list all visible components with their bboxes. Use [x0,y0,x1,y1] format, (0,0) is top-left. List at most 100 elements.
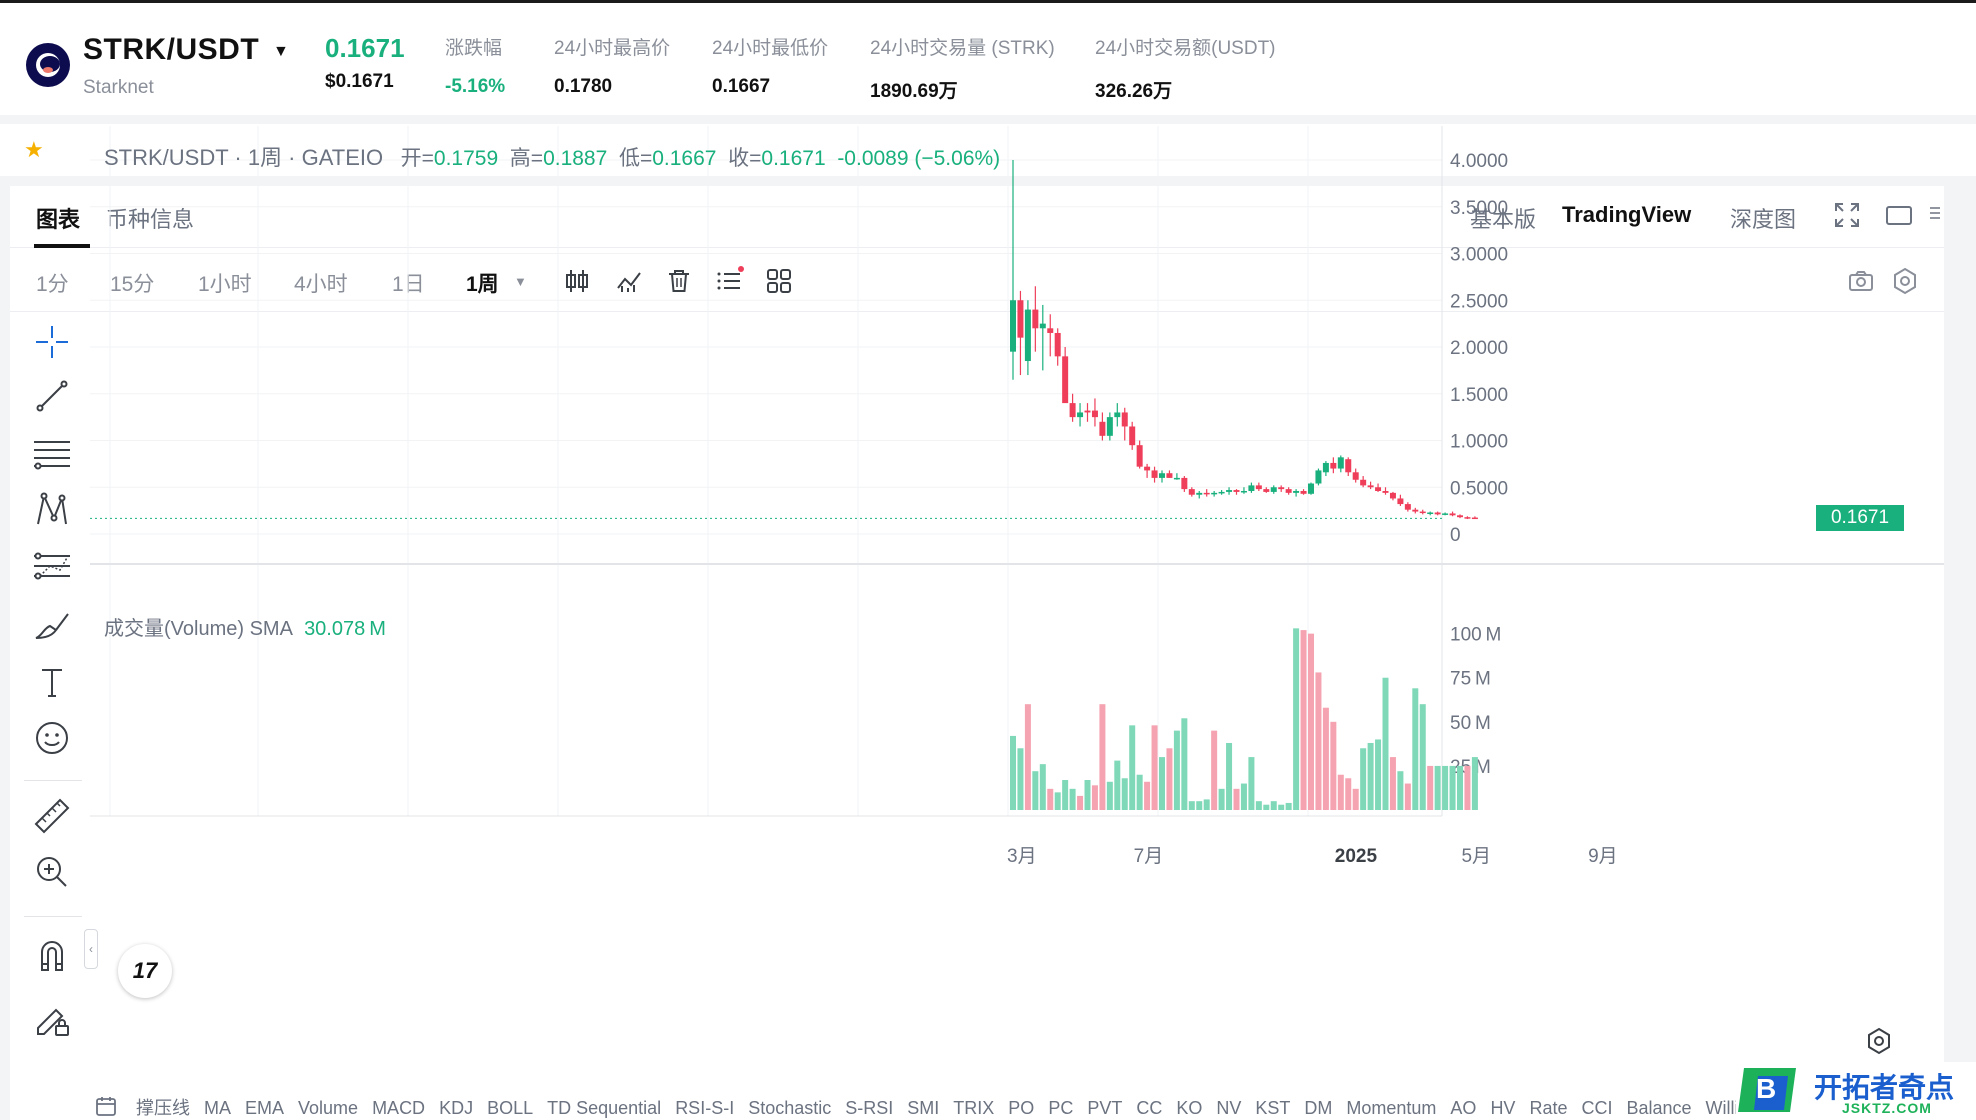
axis-settings-icon[interactable] [1864,1026,1894,1056]
indicator-item[interactable]: AO [1450,1098,1476,1119]
trend-line-icon[interactable] [30,374,74,418]
candle-body [1091,410,1098,418]
indicator-item[interactable]: MA [204,1098,231,1119]
interval-1m[interactable]: 1分 [36,268,69,298]
magnet-icon[interactable] [30,934,74,978]
candle-body [1054,332,1061,357]
volume-bar [1203,799,1210,810]
pair-dropdown-icon[interactable]: ▼ [273,43,289,61]
volume-bar [1270,801,1277,810]
zoom-in-icon[interactable] [30,850,74,894]
stat-value: 1890.69万 [870,81,958,102]
legend-high: 0.1887 [543,147,608,170]
pair-symbol[interactable]: STRK/USDT [83,33,259,67]
candle-body [1099,421,1106,436]
candle-body [1308,483,1314,494]
volume-bar [1173,730,1180,810]
indicator-item[interactable]: Stochastic [748,1098,831,1119]
indicator-item[interactable]: BOLL [487,1098,533,1119]
tab-chart[interactable]: 图表 [36,202,80,234]
indicator-item[interactable]: KDJ [439,1098,473,1119]
candle-body [1397,498,1404,505]
indicator-item[interactable]: TD Sequential [547,1098,661,1119]
volume-bar [1315,672,1322,810]
ruler-icon[interactable] [30,794,74,838]
price-tick-label: 4.0000 [1450,151,1508,172]
indicator-item[interactable]: SMI [907,1098,939,1119]
indicator-item[interactable]: HV [1490,1098,1515,1119]
candle-body [1330,462,1337,469]
watermark-logo-icon: B [1738,1068,1796,1112]
indicator-item[interactable]: S-RSI [845,1098,893,1119]
indicator-item[interactable]: CC [1136,1098,1162,1119]
indicator-item[interactable]: TRIX [953,1098,994,1119]
candle-body [1196,492,1203,495]
brush-icon[interactable] [30,602,74,646]
indicator-item[interactable]: PO [1008,1098,1034,1119]
volume-bar [1054,792,1061,810]
prediction-icon[interactable] [30,544,74,588]
indicator-item[interactable]: RSI-S-I [675,1098,734,1119]
indicator-item[interactable]: PC [1048,1098,1073,1119]
candle-body [1449,513,1456,516]
volume-bar [1322,707,1329,810]
emoji-icon[interactable] [30,716,74,760]
candle-body [1375,487,1382,491]
candle-body [1233,490,1240,492]
indicator-item[interactable]: DM [1304,1098,1332,1119]
candle-body [1173,477,1180,480]
candle-body [1062,356,1069,404]
lock-drawing-icon[interactable] [30,996,74,1040]
volume-bar [1412,688,1419,810]
chart-legend: STRK/USDT · 1周 · GATEIO 开=0.1759 高=0.188… [104,140,1000,172]
last-price-usd: $0.1671 [325,71,394,92]
indicator-item[interactable]: KO [1176,1098,1202,1119]
indicator-item[interactable]: PVT [1087,1098,1122,1119]
volume-tick-label: 75 M [1450,669,1491,690]
candle-body [1389,492,1396,499]
pattern-icon[interactable] [30,488,74,532]
volume-bar [1442,765,1449,810]
indicator-list: 撑压线 MA EMA Volume MACD KDJ BOLL TD Sequential RS… [136,1094,1830,1120]
volume-bar [1151,725,1158,810]
candle-body [1039,323,1046,329]
candle-body [1419,511,1426,514]
tradingview-logo-icon[interactable]: 17 [118,944,172,998]
volume-bar [1218,788,1225,810]
fib-levels-icon[interactable] [30,430,74,474]
candle-body [1024,309,1031,362]
indicator-item[interactable]: Volume [298,1098,358,1119]
indicator-item[interactable]: EMA [245,1098,284,1119]
text-icon[interactable] [30,660,74,704]
volume-tick-label: 50 M [1450,713,1491,734]
indicator-item[interactable]: Momentum [1346,1098,1436,1119]
indicator-item[interactable]: MACD [372,1098,425,1119]
crosshair-icon[interactable] [30,320,74,364]
volume-bar [1211,730,1218,810]
price-tick-label: 1.5000 [1450,385,1508,406]
indicator-item[interactable]: CCI [1581,1098,1612,1119]
candle-body [1084,410,1091,413]
indicator-item[interactable]: NV [1216,1098,1241,1119]
price-tick-label: 3.5000 [1450,198,1508,219]
time-tick-label: 9月 [1588,846,1618,867]
volume-bar [1114,760,1121,810]
stat-high: 24小时最高价 0.1780 [554,33,670,98]
volume-bar [1121,778,1128,810]
indicator-item[interactable]: 撑压线 [136,1094,190,1120]
candle-body [1255,485,1262,490]
candle-body [1144,466,1151,471]
volume-bar [1419,704,1426,810]
price-chart[interactable]: 4.0000 3.5000 3.0000 2.5000 2.0000 1.5000 1.00… [90,126,1944,934]
star-icon[interactable]: ★ [24,137,44,163]
collapse-toolbar-button[interactable]: ‹ [84,929,98,969]
candle-body [1471,517,1478,520]
volume-bar [1240,783,1247,810]
calendar-icon[interactable] [94,1094,118,1118]
volume-bar [1248,757,1255,810]
indicator-item[interactable]: Rate [1529,1098,1567,1119]
indicator-item[interactable]: Balance [1626,1098,1691,1119]
stat-label: 24小时交易量 (STRK) [870,38,1055,59]
indicator-item[interactable]: KST [1255,1098,1290,1119]
stat-value: 0.1667 [712,76,771,97]
